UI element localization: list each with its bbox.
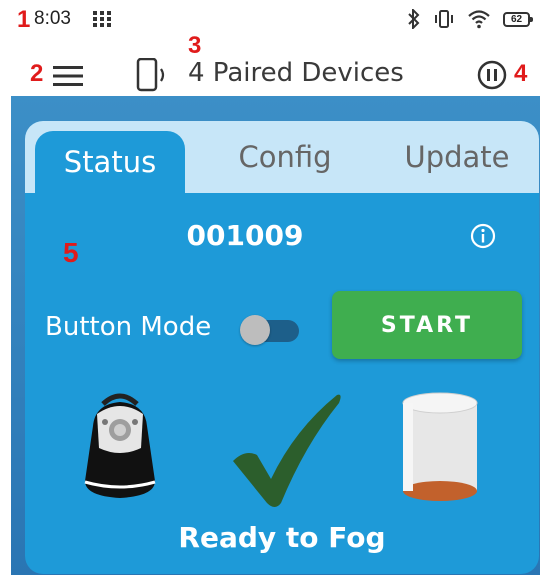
info-icon[interactable] <box>470 223 496 249</box>
button-mode-toggle-knob[interactable] <box>240 315 270 345</box>
phone-signal-icon <box>136 58 165 92</box>
page-title: 4 Paired Devices <box>188 58 404 88</box>
app-grid-icon <box>93 11 111 27</box>
annotation-1: 1 <box>17 6 31 33</box>
annotation-4: 4 <box>514 60 528 87</box>
battery-level: 62 <box>510 13 523 25</box>
start-button[interactable]: START <box>332 291 522 359</box>
annotation-3: 3 <box>188 32 202 59</box>
pause-icon[interactable] <box>477 60 507 90</box>
wifi-icon <box>468 10 490 29</box>
status-message: Ready to Fog <box>178 521 386 554</box>
device-card: Status Config Update 001009 Button Mode … <box>25 121 539 574</box>
tab-config[interactable]: Config <box>210 121 360 193</box>
tab-update[interactable]: Update <box>375 121 539 193</box>
fogger-device-icon <box>84 393 156 498</box>
menu-icon[interactable] <box>53 66 83 86</box>
tab-bar: Status Config Update <box>25 121 539 193</box>
ready-check-icon <box>233 394 341 507</box>
annotation-2: 2 <box>30 60 44 87</box>
vibrate-icon <box>435 10 453 28</box>
status-time: 8:03 <box>34 8 71 29</box>
tab-status[interactable]: Status <box>35 131 185 193</box>
battery-icon: 62 <box>503 11 533 27</box>
annotation-5: 5 <box>63 237 79 268</box>
fluid-tank-icon <box>402 392 478 501</box>
system-icons: 62 <box>407 7 533 31</box>
button-mode-label: Button Mode <box>45 312 212 342</box>
device-id: 001009 <box>186 219 304 252</box>
bluetooth-icon <box>408 9 420 29</box>
